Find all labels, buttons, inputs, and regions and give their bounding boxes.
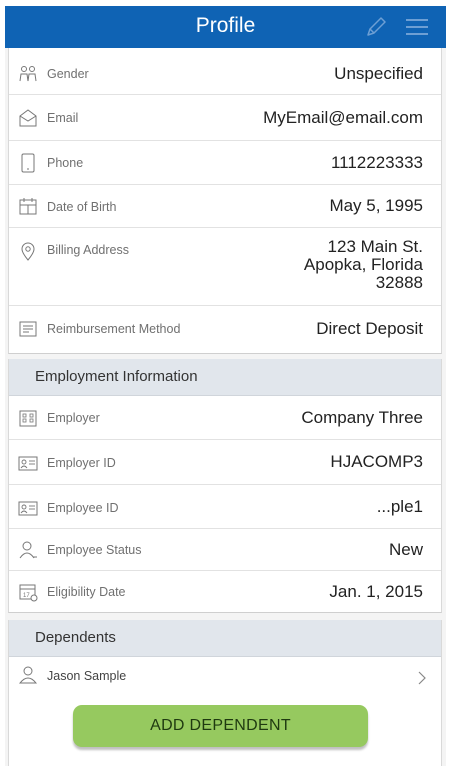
employer-value: Company Three: [301, 408, 423, 427]
billing-line-1: 123 Main St.: [327, 237, 423, 256]
employment-section-title: Employment Information: [9, 359, 441, 396]
add-dependent-button[interactable]: ADD DEPENDENT: [73, 705, 368, 747]
dependents-section-title: Dependents: [9, 620, 441, 657]
phone-label: Phone: [47, 156, 84, 170]
employer-id-row[interactable]: Employer ID HJACOMP3: [9, 440, 441, 485]
reimbursement-label: Reimbursement Method: [47, 322, 181, 336]
phone-row[interactable]: Phone 1112223333: [9, 141, 441, 185]
dob-label: Date of Birth: [47, 200, 117, 214]
pencil-icon[interactable]: [363, 14, 389, 40]
billing-address-row[interactable]: Billing Address 123 Main St. Apopka, Flo…: [9, 228, 441, 306]
employee-id-row[interactable]: Employee ID ...ple1: [9, 485, 441, 529]
employee-id-label: Employee ID: [47, 501, 119, 515]
user-icon: [18, 665, 38, 685]
email-icon: [18, 108, 38, 128]
billing-address-value: 123 Main St. Apopka, Florida 32888: [304, 238, 423, 292]
gender-value: Unspecified: [334, 64, 423, 83]
billing-address-label: Billing Address: [47, 243, 129, 257]
user-icon: [18, 540, 38, 560]
svg-text:17: 17: [23, 593, 30, 599]
email-label: Email: [47, 111, 79, 125]
employee-status-label: Employee Status: [47, 543, 142, 557]
dob-row[interactable]: Date of Birth May 5, 1995: [9, 185, 441, 228]
reimbursement-value: Direct Deposit: [316, 319, 423, 338]
dependent-name: Jason Sample: [47, 669, 127, 683]
reimbursement-icon: [18, 319, 38, 339]
dob-value: May 5, 1995: [329, 196, 423, 215]
profile-card: Gender Unspecified Email MyEmail@email.c…: [8, 48, 442, 354]
phone-icon: [18, 153, 38, 173]
menu-icon[interactable]: [405, 16, 429, 38]
chevron-right-icon[interactable]: [417, 670, 427, 686]
email-row[interactable]: Email MyEmail@email.com: [9, 95, 441, 141]
employment-card: Employment Information Employer Company …: [8, 359, 442, 613]
gender-row[interactable]: Gender Unspecified: [9, 48, 441, 95]
employee-id-value: ...ple1: [376, 497, 423, 516]
location-pin-icon: [18, 241, 38, 261]
reimbursement-row[interactable]: Reimbursement Method Direct Deposit: [9, 306, 441, 351]
app-frame: Profile Gender Unspecified Email MyEmail…: [5, 6, 446, 766]
id-card-icon: [18, 453, 38, 473]
employee-status-row[interactable]: Employee Status New: [9, 529, 441, 571]
employee-status-value: New: [388, 540, 423, 559]
employer-id-label: Employer ID: [47, 456, 116, 470]
eligibility-date-value: Jan. 1, 2015: [329, 582, 423, 601]
billing-line-3: 32888: [375, 273, 423, 292]
email-value: MyEmail@email.com: [263, 108, 423, 127]
id-card-icon: [18, 498, 38, 518]
top-bar: Profile: [5, 6, 446, 48]
gender-label: Gender: [47, 67, 89, 81]
billing-line-2: Apopka, Florida: [303, 255, 423, 274]
building-icon: [18, 408, 38, 428]
eligibility-calendar-icon: 17: [18, 582, 38, 602]
calendar-icon: [18, 196, 38, 216]
phone-value: 1112223333: [330, 153, 423, 172]
employer-id-value: HJACOMP3: [330, 452, 423, 471]
dependent-list-item[interactable]: Jason Sample: [9, 657, 441, 697]
eligibility-date-row[interactable]: 17 Eligibility Date Jan. 1, 2015: [9, 571, 441, 613]
employer-row[interactable]: Employer Company Three: [9, 396, 441, 440]
gender-icon: [18, 64, 38, 84]
employer-label: Employer: [47, 411, 100, 425]
eligibility-date-label: Eligibility Date: [47, 585, 126, 599]
